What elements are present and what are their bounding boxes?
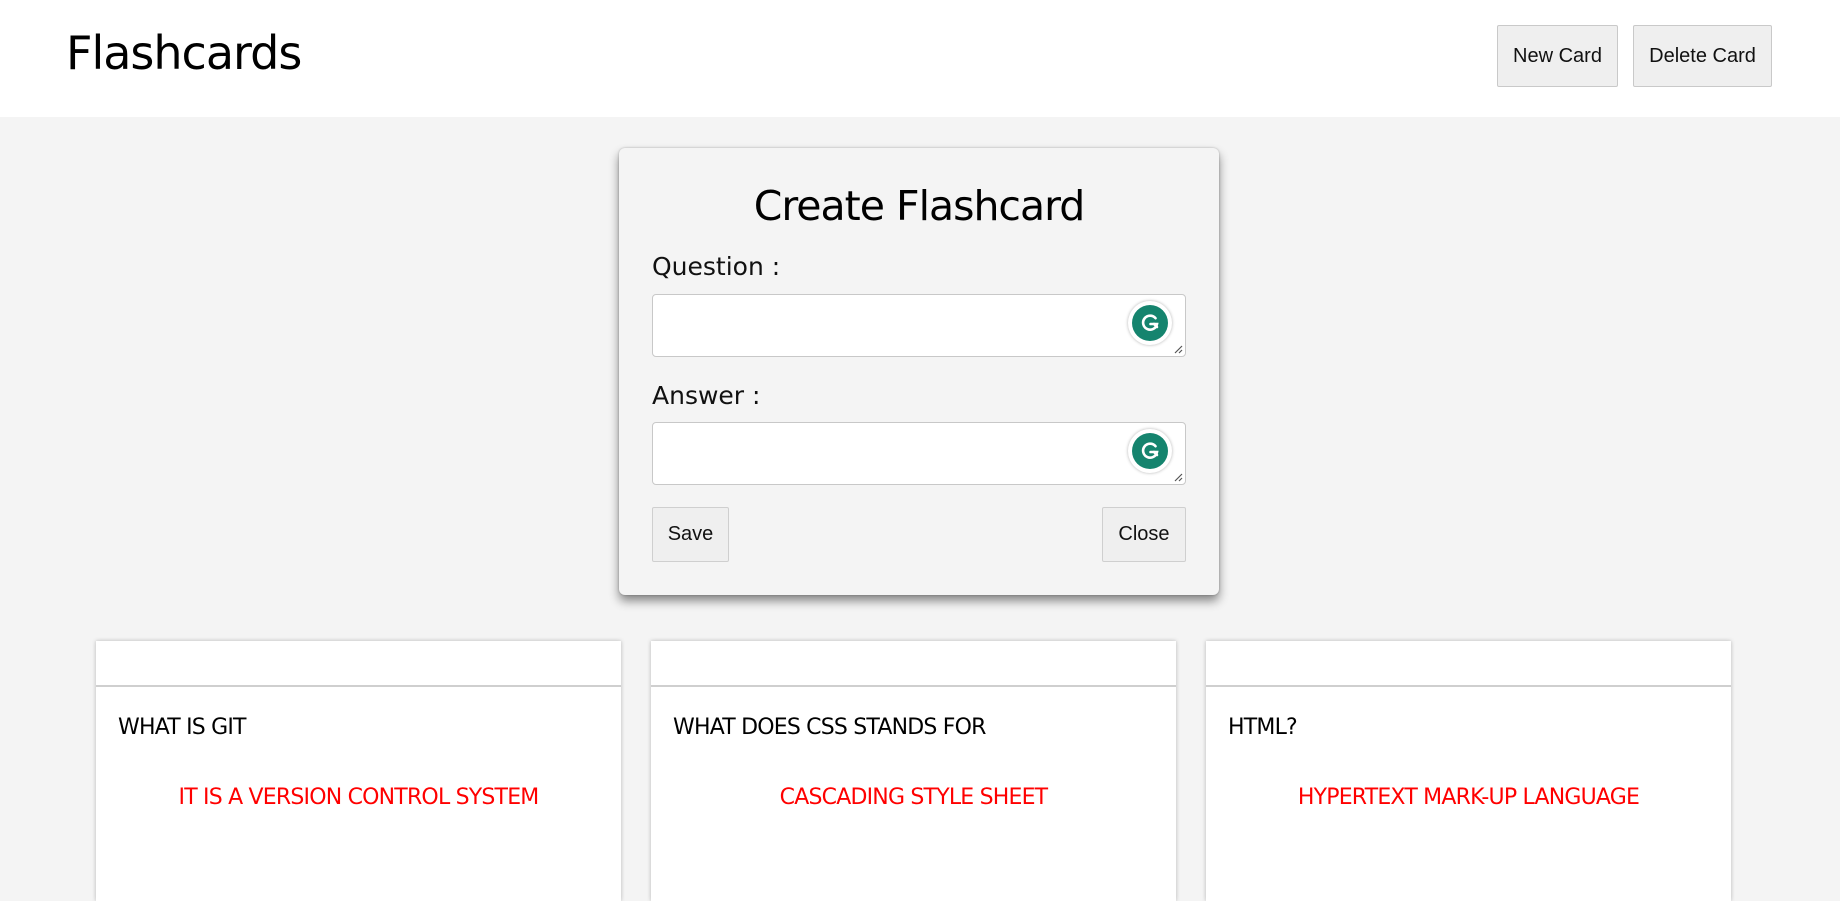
flashcard-header — [1206, 641, 1731, 687]
flashcard[interactable]: WHAT DOES CSS STANDS FOR CASCADING STYLE… — [651, 641, 1176, 901]
app-header: Flashcards New Card Delete Card — [0, 0, 1840, 117]
new-card-button[interactable]: New Card — [1497, 25, 1618, 87]
answer-input[interactable] — [652, 422, 1186, 485]
grammarly-icon[interactable] — [1128, 429, 1172, 473]
flashcard[interactable]: WHAT IS GIT IT IS A VERSION CONTROL SYST… — [96, 641, 621, 901]
flashcard-header — [651, 641, 1176, 687]
grammarly-g-glyph — [1141, 314, 1159, 331]
answer-label: Answer : — [652, 381, 761, 410]
flashcard-header — [96, 641, 621, 687]
grammarly-logo — [1132, 433, 1168, 469]
save-button[interactable]: Save — [652, 507, 729, 562]
grammarly-icon[interactable] — [1128, 301, 1172, 345]
question-input[interactable] — [652, 294, 1186, 357]
create-flashcard-modal: Create Flashcard Question : Answer : Sav… — [619, 148, 1219, 595]
resize-handle-icon[interactable] — [1173, 344, 1183, 354]
flashcard-answer: HYPERTEXT MARK-UP LANGUAGE — [1297, 785, 1640, 810]
app-title: Flashcards — [66, 26, 302, 80]
flashcard-question: HTML? — [1228, 715, 1298, 740]
grammarly-logo — [1132, 305, 1168, 341]
grammarly-g-glyph — [1141, 442, 1159, 459]
flashcard-question: WHAT IS GIT — [118, 715, 247, 740]
question-label: Question : — [652, 252, 781, 281]
flashcard-answer: IT IS A VERSION CONTROL SYSTEM — [178, 785, 540, 810]
flashcard[interactable]: HTML? HYPERTEXT MARK-UP LANGUAGE — [1206, 641, 1731, 901]
flashcard-question: WHAT DOES CSS STANDS FOR — [673, 715, 986, 740]
resize-handle-icon[interactable] — [1173, 472, 1183, 482]
close-button[interactable]: Close — [1102, 507, 1186, 562]
delete-card-button[interactable]: Delete Card — [1633, 25, 1772, 87]
flashcard-answer: CASCADING STYLE SHEET — [779, 785, 1048, 810]
modal-title: Create Flashcard — [753, 182, 1086, 230]
